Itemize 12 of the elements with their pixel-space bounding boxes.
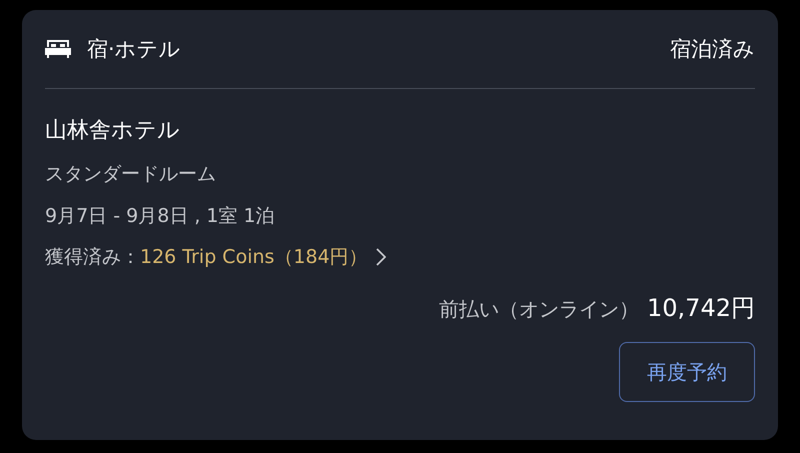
hotel-name: 山林舎ホテル — [45, 117, 181, 145]
earned-label: 獲得済み： — [45, 245, 140, 270]
stay-dates: 9月7日 - 9月8日 , 1室 1泊 — [45, 204, 276, 229]
category-label: 宿·ホテル — [87, 36, 181, 63]
chevron-icon — [376, 248, 386, 266]
payment-label: 前払い（オンライン） — [439, 296, 640, 323]
coins-link[interactable]: 126 Trip Coins（184円） — [140, 244, 386, 270]
rebook-button[interactable]: 再度予約 — [619, 342, 755, 402]
bed-icon — [45, 39, 71, 59]
room-type: スタンダードルーム — [45, 162, 217, 187]
status-label: 宿泊済み — [670, 36, 755, 63]
payment-amount: 10,742円 — [647, 293, 755, 324]
